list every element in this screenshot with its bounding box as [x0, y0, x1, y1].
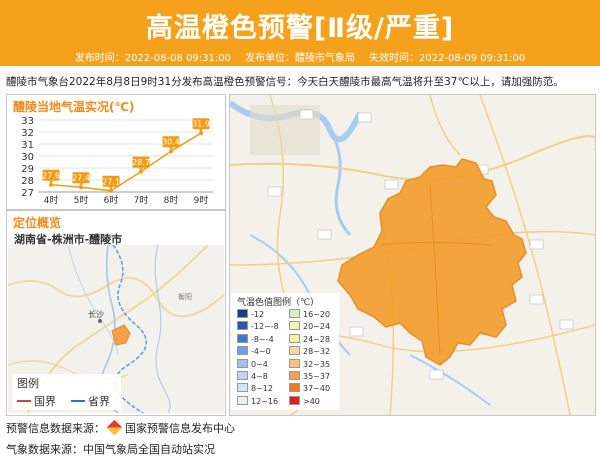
data-label: 27.4	[72, 174, 90, 183]
weather-source: 气象数据来源：中国气象局全国自动站实况	[6, 443, 215, 456]
temperature-panel: 醴陵当地气温实况(℃) 33 32 31 30 29 28 27 27.6 4时 27.4 5时 27…	[6, 94, 226, 210]
location-area: 湖南省-株洲市-醴陵市	[14, 233, 123, 246]
issuer: 发布单位：醴陵市气象局	[245, 53, 355, 64]
legend-item: -8~-4	[237, 333, 289, 344]
legend-item: 16~20	[289, 309, 341, 319]
y-tick-label: 28	[21, 176, 34, 187]
location-panel-title: 定位概览	[13, 216, 62, 230]
legend-item: 20~24	[289, 321, 341, 331]
warning-summary: 醴陵市气象台2022年8月8日9时31分发布高温橙色预警信号：今天白天醴陵市最高…	[6, 76, 564, 88]
warning-source: 预警信息数据来源： 国家预警信息发布中心	[6, 419, 235, 436]
y-tick-label: 29	[21, 164, 34, 175]
data-label: 30.4	[162, 138, 180, 147]
legend-swatch	[289, 383, 300, 393]
legend-item: 35~37	[289, 371, 341, 381]
expire-time: 失效时间：2022-08-09 09:31:00	[369, 53, 526, 64]
legend-label: 35~37	[303, 372, 331, 381]
legend-swatch	[237, 321, 248, 331]
warning-meta: 发布时间：2022-08-08 09:31:00 发布单位：醴陵市气象局 失效时间：…	[0, 49, 600, 64]
legend-label: -12	[251, 310, 265, 319]
legend-item: 4~8	[237, 371, 289, 381]
legend-swatch	[237, 346, 248, 356]
legend-item: 24~28	[289, 333, 341, 344]
y-tick-label: 33	[21, 116, 34, 127]
legend-label: -4~0	[251, 347, 271, 357]
y-tick-label: 27	[21, 188, 34, 199]
legend-swatch	[289, 358, 300, 368]
y-tick-label: 31	[21, 140, 34, 151]
legend-swatch	[289, 371, 300, 380]
x-tick-label: 9时	[194, 194, 209, 206]
legend-item: -12~-8	[237, 321, 289, 331]
boundary-legend: 图例 国界 省界	[13, 374, 121, 410]
temperature-color-legend: 气温色值图例（℃） -12 16~20 -12~-8 20~24 -8~-4 24~28 -…	[231, 293, 339, 410]
legend-swatch	[237, 358, 248, 368]
legend-swatch	[289, 395, 300, 405]
x-tick-label: 7时	[134, 194, 149, 206]
warning-title: 高温橙色预警[Ⅱ级/严重]	[145, 13, 455, 44]
legend-label: 16~20	[303, 310, 331, 319]
y-tick-label: 30	[21, 152, 34, 163]
boundary-legend-title: 图例	[17, 377, 39, 390]
legend-swatch	[237, 309, 248, 318]
legend-item: 32~35	[289, 358, 341, 369]
legend-country-border: 国界	[17, 393, 56, 409]
legend-swatch	[289, 321, 300, 331]
legend-label: -8~-4	[251, 334, 274, 344]
province-border-line-icon	[71, 400, 85, 402]
city-label-hengyang: 衡阳	[178, 292, 192, 301]
legend-item: -4~0	[237, 346, 289, 356]
legend-item: -12	[237, 309, 289, 319]
x-tick-label: 5时	[74, 194, 89, 206]
issue-time: 发布时间：2022-08-08 09:31:00	[74, 53, 231, 64]
legend-label: 12~16	[251, 396, 279, 406]
legend-label: 28~32	[303, 347, 331, 357]
x-tick-label: 6时	[104, 194, 119, 206]
legend-label: 32~35	[303, 359, 331, 369]
legend-item: 0~4	[237, 358, 289, 369]
legend-label: 24~28	[303, 334, 331, 344]
warning-center-logo-icon	[106, 419, 123, 436]
legend-label: 20~24	[303, 322, 331, 332]
x-tick-label: 4时	[44, 194, 59, 206]
legend-swatch	[289, 309, 300, 318]
data-label-pointer	[49, 180, 53, 184]
legend-label: -12~-8	[251, 322, 279, 332]
legend-label: 0~4	[251, 359, 268, 369]
legend-swatch	[289, 346, 300, 356]
legend-swatch	[237, 395, 248, 405]
legend-item: >40	[289, 395, 341, 406]
temperature-chart: 33323130292827 27.6 4时 27.4 5时 27.1 6时 28.7 7时 30…	[21, 116, 213, 206]
legend-label: 4~8	[251, 372, 268, 381]
city-label-changsha: 长沙	[88, 309, 104, 319]
legend-swatch	[237, 371, 248, 380]
data-label-pointer	[79, 183, 83, 187]
data-label: 28.7	[132, 158, 150, 167]
legend-label: >40	[303, 396, 320, 406]
data-label: 31.9	[192, 120, 210, 129]
header-banner: 高温橙色预警[Ⅱ级/严重] 发布时间：2022-08-08 09:31:00 发布…	[0, 0, 600, 66]
data-label: 27.6	[42, 171, 60, 180]
legend-swatch	[237, 383, 248, 393]
data-label: 27.1	[102, 177, 120, 186]
x-tick-label: 8时	[164, 194, 179, 206]
legend-swatch	[289, 333, 300, 343]
temperature-legend-title: 气温色值图例（℃）	[237, 298, 320, 308]
legend-item: 28~32	[289, 346, 341, 356]
country-border-line-icon	[17, 400, 31, 402]
legend-label: 8~12	[251, 384, 273, 394]
legend-label: 37~40	[303, 384, 331, 394]
y-tick-label: 32	[21, 128, 34, 139]
legend-province-border: 省界	[71, 393, 110, 409]
legend-item: 8~12	[237, 383, 289, 393]
legend-swatch	[237, 333, 248, 343]
warning-source-label: 预警信息数据来源：	[6, 422, 105, 435]
legend-item: 12~16	[237, 395, 289, 406]
legend-item: 37~40	[289, 383, 341, 393]
warning-source-name: 国家预警信息发布中心	[125, 422, 235, 435]
